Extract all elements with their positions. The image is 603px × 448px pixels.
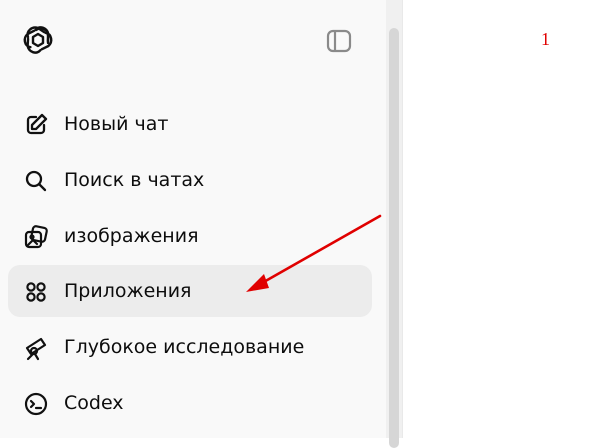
sidebar-item-label: Новый чат: [64, 113, 169, 135]
images-icon: [22, 223, 50, 251]
telescope-icon: [22, 334, 50, 362]
sidebar-toggle-button[interactable]: [322, 26, 356, 56]
codex-terminal-icon: [22, 390, 50, 418]
annotation-number: 1: [541, 29, 550, 49]
sidebar-item-new-chat[interactable]: Новый чат: [8, 98, 372, 150]
apps-grid-icon: [22, 278, 50, 306]
pencil-square-icon: [22, 111, 50, 139]
sidebar-item-label: Поиск в чатах: [64, 169, 205, 191]
scrollbar-thumb[interactable]: [389, 28, 399, 448]
sidebar-item-label: Приложения: [64, 280, 192, 302]
sidebar-item-search-chats[interactable]: Поиск в чатах: [8, 154, 372, 206]
search-icon: [22, 167, 50, 195]
sidebar-item-codex[interactable]: Codex: [8, 377, 372, 429]
openai-logo-icon[interactable]: [20, 22, 56, 58]
sidebar-item-label: Codex: [64, 392, 124, 414]
sidebar-item-images[interactable]: изображения: [8, 210, 372, 262]
sidebar-item-apps[interactable]: Приложения: [8, 265, 372, 317]
sidebar-toggle-icon: [322, 29, 356, 60]
sidebar-item-label: Глубокое исследование: [64, 336, 305, 358]
sidebar-divider: [402, 0, 403, 438]
sidebar-scrollbar[interactable]: [386, 0, 402, 448]
sidebar-item-label: изображения: [64, 225, 199, 247]
sidebar-item-deep-research[interactable]: Глубокое исследование: [8, 321, 372, 373]
sidebar: Новый чат Поиск в чатах изображения Прил…: [0, 0, 386, 438]
